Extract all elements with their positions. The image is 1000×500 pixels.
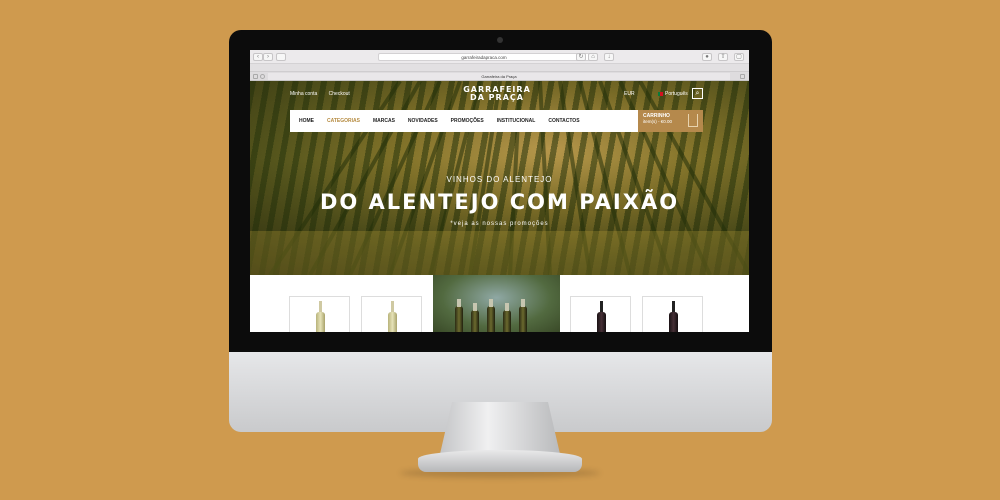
logo-line-2: DA PRAÇA [470, 93, 524, 102]
promo-banner-image[interactable] [433, 275, 560, 332]
hero-banner: Minha conta Checkout GARRAFEIRA DA PRAÇA… [250, 81, 749, 275]
history-icon[interactable] [260, 74, 265, 79]
red-wine-bottle-image [597, 301, 606, 332]
checkout-link[interactable]: Checkout [329, 91, 350, 97]
product-card[interactable] [289, 296, 350, 332]
hero-promo-note[interactable]: *veja as nossas promoções [250, 221, 749, 227]
hero-title: DO ALENTEJO COM PAIXÃO [319, 190, 680, 214]
tabs-icon[interactable]: ▢ [734, 53, 744, 61]
nav-item-categorias[interactable]: CATEGORIAS [327, 118, 360, 124]
new-tab-icon[interactable] [740, 74, 745, 79]
nav-item-contactos[interactable]: CONTACTOS [548, 118, 579, 124]
nav-item-marcas[interactable]: MARCAS [373, 118, 395, 124]
product-card[interactable] [570, 296, 631, 332]
top-links: Minha conta Checkout [290, 91, 360, 97]
language-select[interactable]: Português [658, 91, 688, 97]
cart-button[interactable]: CARRINHO item(s) - €0.00 [638, 110, 703, 132]
main-nav: HOME CATEGORIAS MARCAS NOVIDADES PROMOÇÕ… [290, 110, 638, 132]
share-icon[interactable]: ⇧ [718, 53, 728, 61]
nav-item-novidades[interactable]: NOVIDADES [408, 118, 438, 124]
reload-icon[interactable]: ↻ [576, 53, 586, 61]
monitor-stand-neck [440, 402, 560, 454]
tab-strip: Garrafeira da Praça [250, 72, 749, 81]
product-card[interactable] [642, 296, 703, 332]
url-bar[interactable]: garrafeiradapraca.com [378, 53, 590, 61]
forward-icon[interactable]: › [263, 53, 273, 61]
product-card[interactable] [361, 296, 422, 332]
nav-item-promocoes[interactable]: PROMOÇÕES [451, 118, 484, 124]
grid-icon[interactable] [253, 74, 258, 79]
hero-subtitle: VINHOS DO ALENTEJO [446, 175, 553, 184]
my-account-link[interactable]: Minha conta [290, 91, 317, 97]
back-icon[interactable]: ‹ [253, 53, 263, 61]
browser-toolbar: ‹ › garrafeiradapraca.com ↻ ⌂ ↓ ● ⇧ ▢ [250, 50, 749, 64]
sidebar-icon[interactable] [276, 53, 286, 61]
download-icon[interactable]: ↓ [604, 53, 614, 61]
product-strip [250, 275, 749, 332]
extension-icon[interactable]: ● [702, 53, 712, 61]
home-icon[interactable]: ⌂ [588, 53, 598, 61]
portugal-flag-icon [658, 91, 663, 96]
white-wine-bottle-image [316, 301, 325, 332]
camera-icon [497, 37, 503, 43]
nav-item-home[interactable]: HOME [299, 118, 314, 124]
site-logo[interactable]: GARRAFEIRA DA PRAÇA [457, 85, 537, 102]
monitor-stand-foot [418, 450, 582, 472]
red-wine-bottle-image [669, 301, 678, 332]
search-icon[interactable]: ⌕ [692, 88, 703, 99]
shopping-bag-icon [688, 114, 698, 127]
currency-select[interactable]: EUR [624, 91, 635, 97]
white-wine-bottle-image [388, 301, 397, 332]
language-label: Português [665, 91, 688, 97]
screen: ‹ › garrafeiradapraca.com ↻ ⌂ ↓ ● ⇧ ▢ Ga… [250, 50, 749, 332]
nav-item-institucional[interactable]: INSTITUCIONAL [497, 118, 536, 124]
tab-bar [250, 64, 749, 72]
tab-active[interactable]: Garrafeira da Praça [268, 73, 730, 80]
